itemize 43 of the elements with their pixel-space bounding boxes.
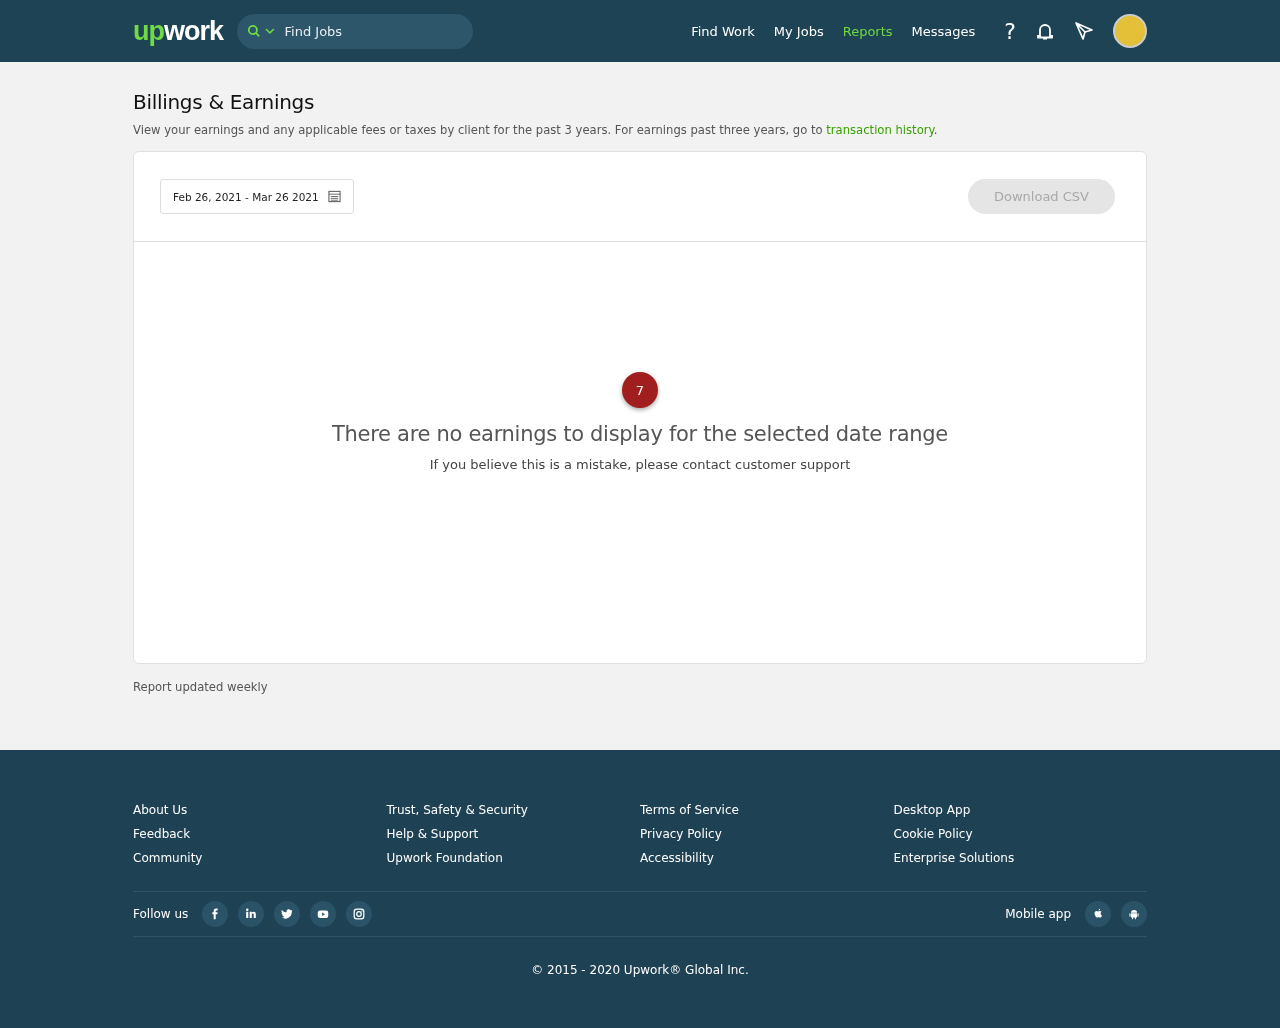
search-icon — [247, 24, 261, 38]
footer-link[interactable]: Help & Support — [386, 826, 479, 843]
footer-link[interactable]: Feedback — [133, 826, 191, 843]
footer-link[interactable]: Community — [133, 850, 203, 867]
annotation-marker: 7 — [622, 372, 658, 408]
facebook-icon[interactable] — [202, 901, 229, 927]
paper-plane-icon[interactable] — [1074, 21, 1094, 41]
follow-us-label: Follow us — [133, 907, 189, 921]
apple-icon[interactable] — [1085, 901, 1111, 927]
mobile-app-label: Mobile app — [1005, 907, 1071, 921]
page-title: Billings & Earnings — [133, 90, 316, 114]
empty-state-text: If you believe this is a mistake, please contact customer support — [429, 457, 851, 472]
footer-link[interactable]: About Us — [133, 802, 188, 819]
instagram-icon[interactable] — [346, 901, 373, 927]
search-field[interactable]: Find Jobs — [237, 13, 474, 49]
nav-link[interactable]: Find Work — [691, 23, 755, 39]
page-description: View your earnings and any applicable fees or taxes by client for the past 3 years. For earnings past three years, go to transaction history. — [133, 123, 939, 137]
footer-link[interactable]: Terms of Service — [640, 802, 739, 819]
help-link[interactable]: ? — [1004, 18, 1016, 44]
android-icon[interactable] — [1121, 901, 1147, 927]
bell-icon[interactable] — [1035, 21, 1055, 41]
footer-link[interactable]: Privacy Policy — [640, 826, 722, 843]
footer-link[interactable]: Trust, Safety & Security — [386, 802, 528, 819]
nav-link[interactable]: My Jobs — [773, 23, 824, 39]
avatar[interactable] — [1113, 14, 1147, 48]
youtube-icon[interactable] — [310, 901, 337, 927]
footer-link[interactable]: Enterprise Solutions — [893, 850, 1015, 867]
footer-link[interactable]: Cookie Policy — [893, 826, 973, 843]
footer-link[interactable]: Upwork Foundation — [386, 850, 503, 867]
empty-state-title: There are no earnings to display for the selected date range — [332, 422, 948, 446]
footer-link[interactable]: Desktop App — [893, 802, 971, 819]
copyright-text: © 2015 - 2020 Upwork® Global Inc. — [530, 963, 750, 977]
linkedin-icon[interactable] — [238, 901, 265, 927]
footer-link[interactable]: Accessibility — [640, 850, 714, 867]
date-range-field[interactable]: Feb 26, 2021 - Mar 26 2021 — [160, 179, 354, 214]
nav-link[interactable]: Messages — [911, 23, 976, 39]
twitter-icon[interactable] — [274, 901, 301, 927]
nav-link[interactable]: Reports — [842, 23, 893, 39]
upwork-logo[interactable]: upwork — [133, 15, 224, 47]
caret-icon — [264, 27, 275, 35]
calendar-icon — [328, 190, 341, 203]
report-note: Report updated weekly — [133, 680, 269, 694]
search-input[interactable]: Find Jobs — [282, 22, 463, 40]
